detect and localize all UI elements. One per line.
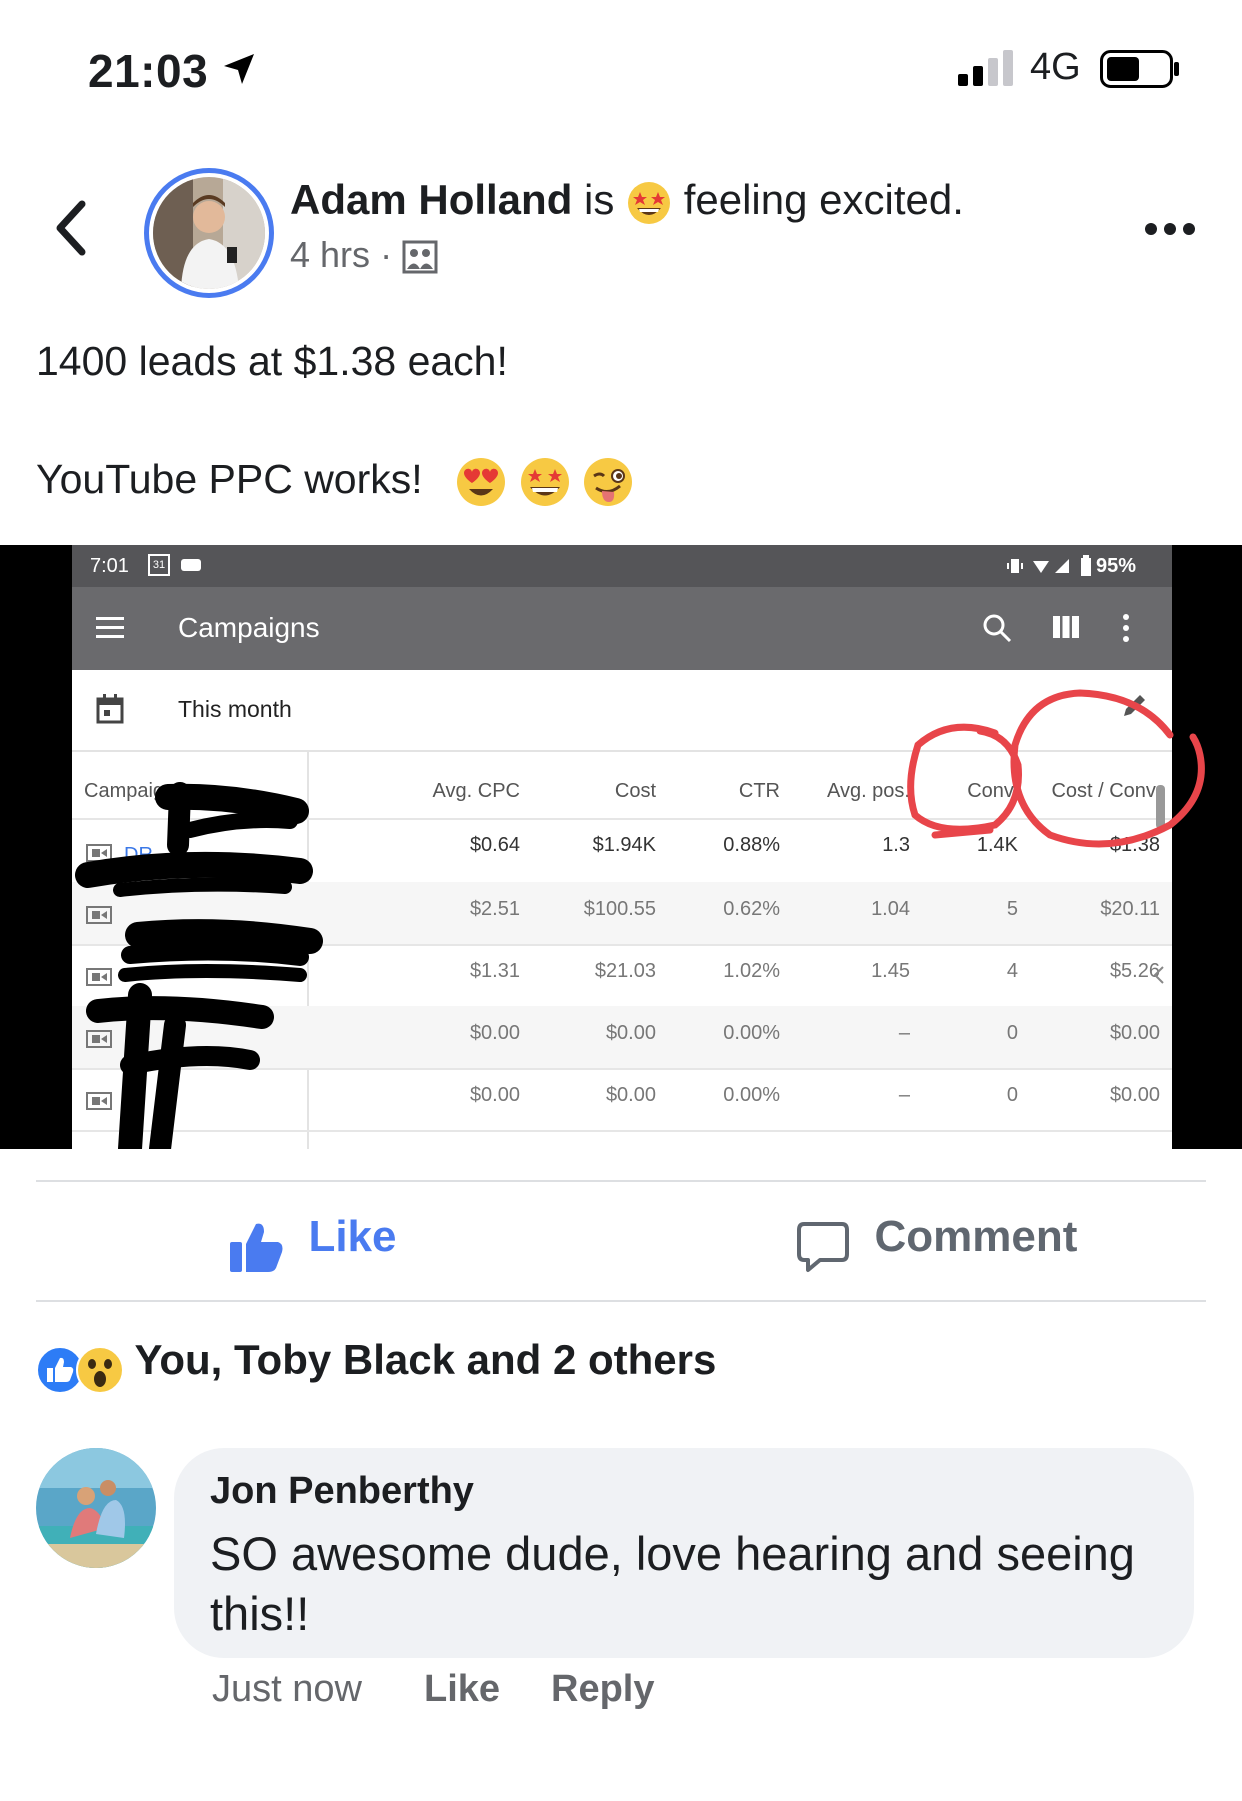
post-author-line: Adam Holland is feeling excited. — [290, 176, 964, 226]
back-chevron-icon[interactable] — [52, 200, 88, 256]
reaction-wow-icon — [76, 1345, 124, 1394]
thumbs-up-icon — [230, 1223, 283, 1272]
signal-icon — [958, 50, 1013, 86]
post-text-line2-wrap: YouTube PPC works! — [36, 456, 634, 508]
comment-like-button[interactable]: Like — [424, 1668, 500, 1711]
status-time: 21:03 — [88, 45, 209, 97]
like-button[interactable]: Like — [228, 1212, 397, 1274]
reactions-text: You, Toby Black and 2 others — [134, 1336, 717, 1383]
post-meta: 4 hrs · — [290, 234, 438, 276]
highlight-circles — [907, 689, 1205, 848]
location-arrow-icon — [224, 54, 254, 84]
star-struck-emoji-icon — [520, 458, 569, 507]
post-text-line1: 1400 leads at $1.38 each! — [36, 338, 508, 384]
post-time[interactable]: 4 hrs — [290, 234, 370, 275]
photo-audience-icon — [402, 240, 438, 274]
heart-eyes-emoji-icon — [457, 458, 506, 507]
post-text-line2: YouTube PPC works! — [36, 456, 423, 502]
comment-button[interactable]: Comment — [796, 1212, 1077, 1274]
author-name[interactable]: Adam Holland — [290, 176, 572, 223]
commenter-avatar[interactable] — [36, 1448, 156, 1568]
meta-separator: · — [380, 234, 393, 275]
feeling-label: feeling excited. — [683, 176, 964, 223]
comment-icon — [797, 1221, 849, 1272]
comment-text: SO awesome dude, love hearing and seeing… — [210, 1527, 1135, 1640]
comment-reply-button[interactable]: Reply — [551, 1668, 654, 1711]
divider-top — [36, 1180, 1206, 1182]
divider-bottom — [36, 1300, 1206, 1302]
network-label: 4G — [1030, 46, 1081, 88]
battery-icon — [1100, 50, 1179, 88]
comment-label: Comment — [874, 1212, 1078, 1261]
comment-author[interactable]: Jon Penberthy — [210, 1470, 474, 1513]
is-label: is — [584, 176, 615, 223]
winking-tongue-emoji-icon — [584, 458, 633, 507]
more-dots-icon[interactable] — [1144, 222, 1196, 236]
like-label: Like — [308, 1212, 397, 1261]
author-avatar[interactable] — [144, 168, 274, 298]
post-image[interactable]: 7:01 31 95% Campaigns This month Campaig… — [0, 545, 1242, 1149]
reactions-summary[interactable]: You, Toby Black and 2 others — [36, 1336, 716, 1394]
comment-time: Just now — [212, 1668, 362, 1710]
star-struck-emoji-icon — [628, 181, 671, 224]
